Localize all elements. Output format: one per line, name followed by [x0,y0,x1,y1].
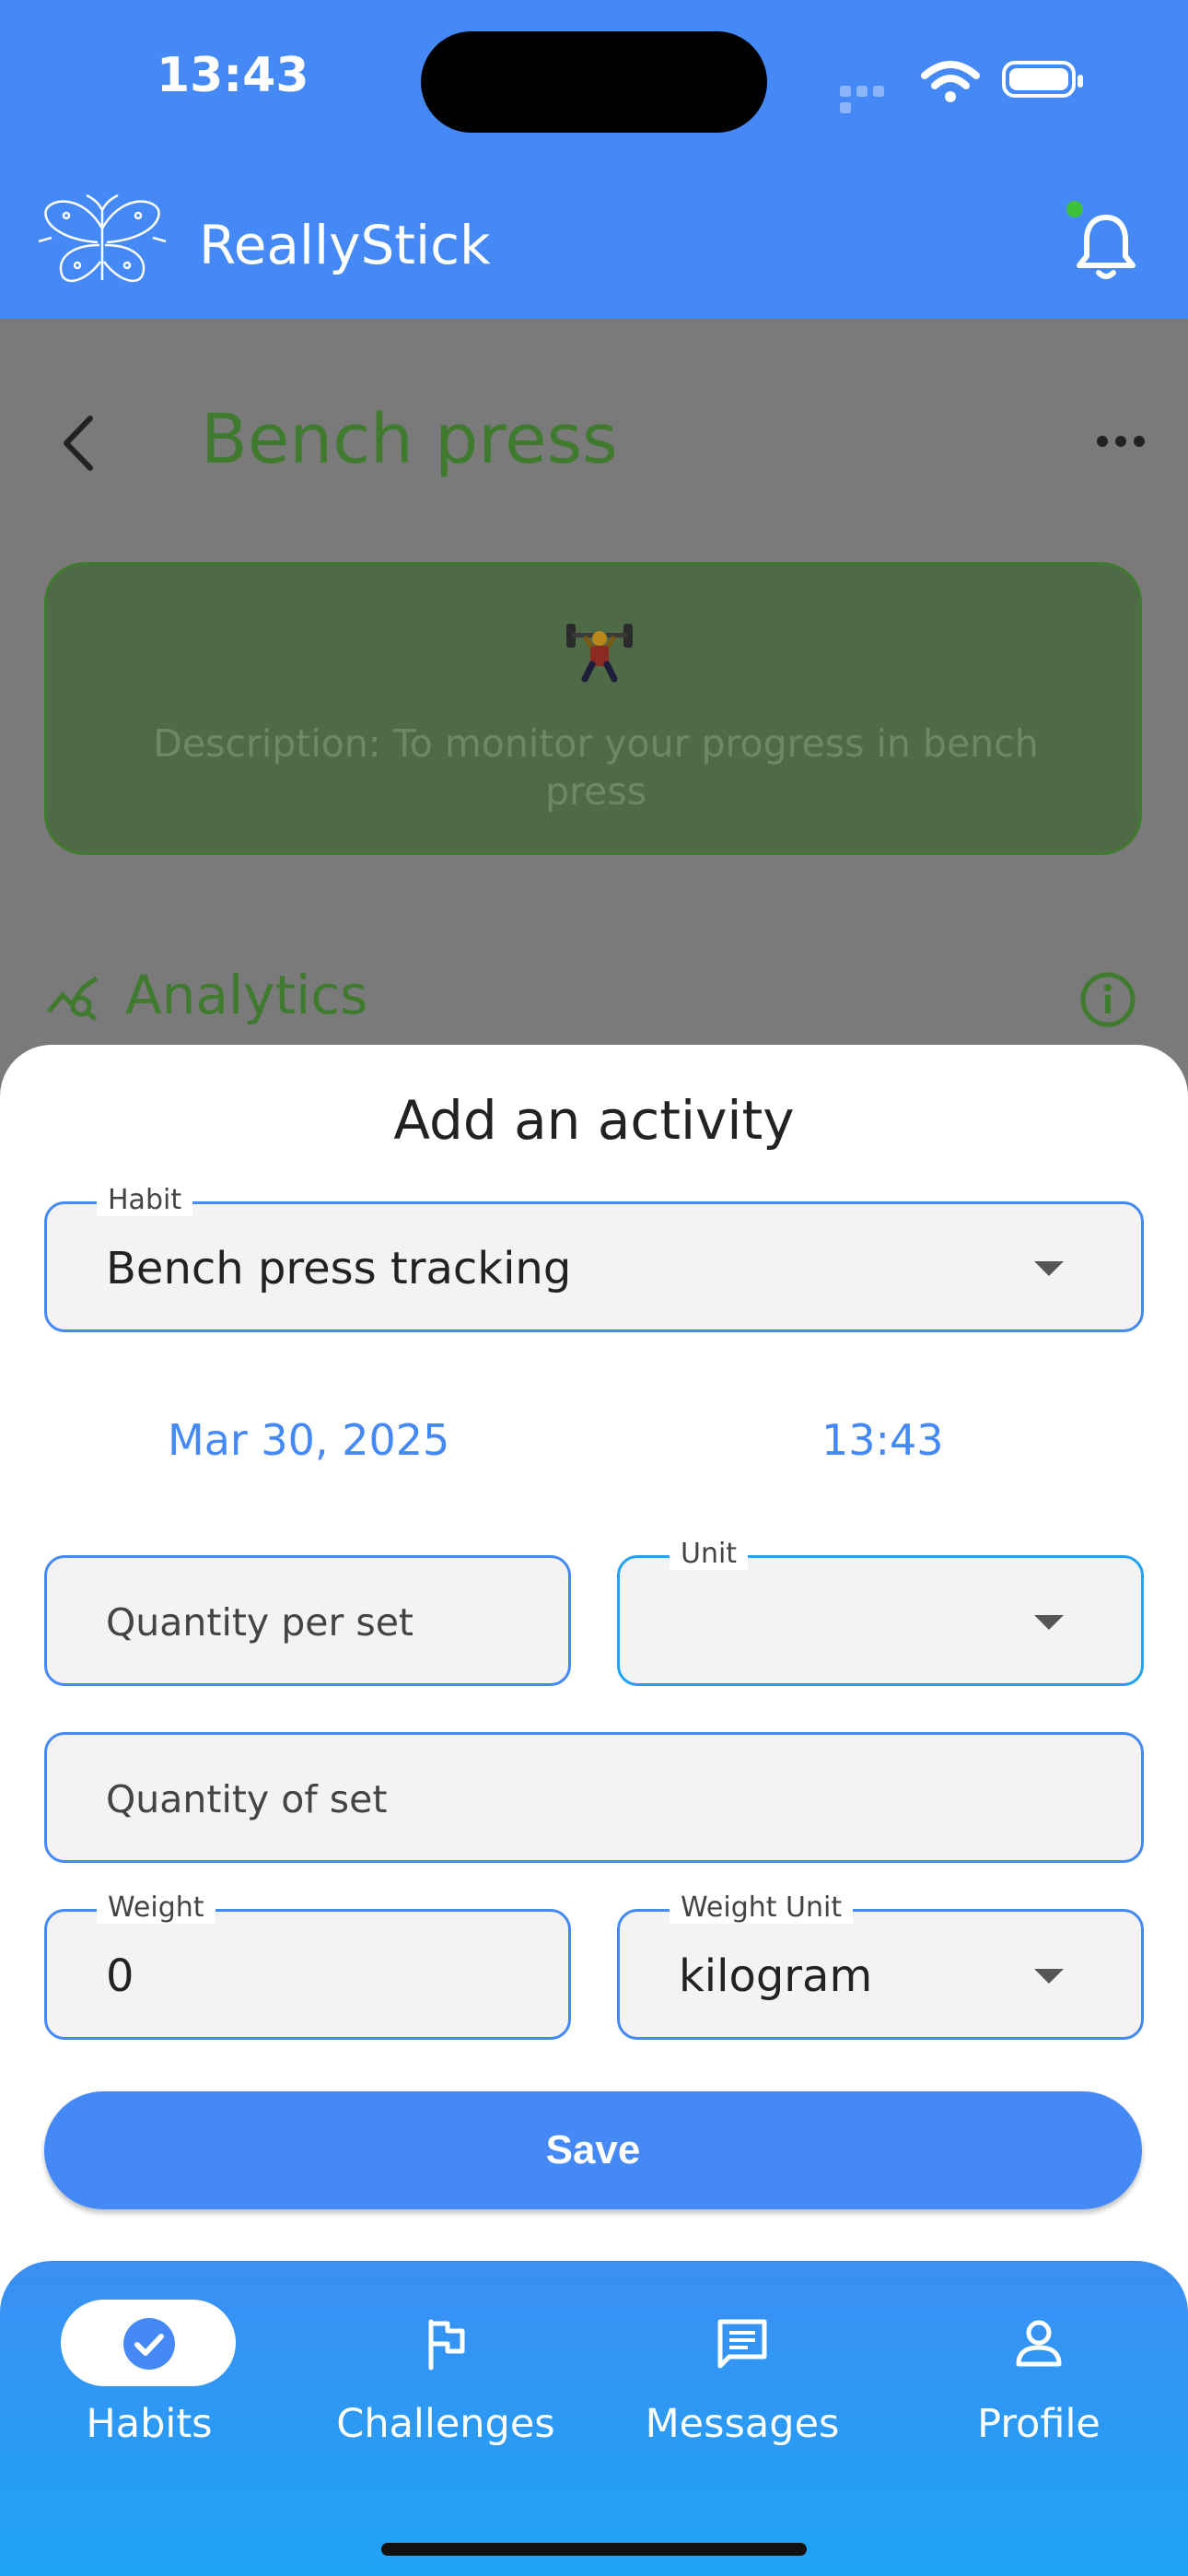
habit-label: Habit [97,1184,193,1216]
bottom-navigation: Habits Challenges Messages Profile [0,2261,1188,2576]
nav-label-profile: Profile [977,2401,1101,2447]
status-time: 13:43 [157,48,309,103]
more-options-icon[interactable] [1096,435,1146,448]
nav-item-messages[interactable]: Messages [623,2300,862,2465]
back-arrow-icon[interactable] [55,411,101,475]
nav-item-challenges[interactable]: Challenges [326,2300,565,2465]
nav-item-habits[interactable]: Habits [29,2300,269,2465]
dynamic-island [421,31,767,133]
app-bar: ReallyStick [0,166,1188,319]
battery-icon [1002,61,1083,98]
save-button[interactable]: Save [44,2091,1142,2209]
date-picker-button[interactable]: Mar 30, 2025 [168,1415,449,1465]
habit-dropdown[interactable]: Habit Bench press tracking [44,1184,1144,1332]
info-icon[interactable] [1079,971,1136,1028]
weightlifter-icon [566,624,633,683]
nav-label-habits: Habits [86,2401,213,2447]
weight-unit-label: Weight Unit [670,1891,854,1924]
weight-unit-dropdown[interactable]: Weight Unit kilogram [617,1891,1144,2040]
home-indicator [381,2543,807,2556]
nav-item-profile[interactable]: Profile [919,2300,1159,2465]
weight-input[interactable]: Weight 0 [44,1891,571,2040]
quantity-per-set-placeholder: Quantity per set [106,1600,414,1645]
app-title: ReallyStick [199,214,491,276]
analytics-icon [47,976,99,1021]
page-title: Bench press [201,400,618,479]
chevron-down-icon [1034,1969,1064,1984]
habit-description: Description: To monitor your progress in… [153,721,1039,814]
habit-description-card: Description: To monitor your progress in… [44,562,1142,855]
weight-value: 0 [106,1950,134,2002]
butterfly-logo-icon [38,193,167,283]
flag-icon [428,2319,465,2371]
person-icon [1016,2320,1062,2367]
quantity-of-set-input[interactable]: Quantity of set [44,1732,1144,1863]
check-circle-icon [123,2318,175,2370]
chevron-down-icon [1034,1615,1064,1630]
chevron-down-icon [1034,1261,1064,1276]
analytics-label: Analytics [125,964,368,1026]
habit-value: Bench press tracking [106,1243,572,1294]
unit-label: Unit [670,1538,749,1570]
quantity-per-set-input[interactable]: Quantity per set [44,1555,571,1686]
message-icon [717,2319,767,2369]
quantity-of-set-placeholder: Quantity of set [106,1777,388,1821]
cellular-signal-icon [840,85,904,113]
weight-unit-value: kilogram [679,1950,873,2002]
status-bar: 13:43 [0,0,1188,166]
nav-label-messages: Messages [645,2401,840,2447]
sheet-title: Add an activity [393,1089,795,1152]
habit-detail-page: Bench press Description: To monitor your… [0,319,1188,1047]
time-picker-button[interactable]: 13:43 [821,1415,944,1465]
weight-label: Weight [97,1891,215,1924]
nav-label-challenges: Challenges [336,2401,555,2447]
unit-dropdown[interactable]: Unit [617,1538,1144,1686]
bell-icon[interactable] [1074,208,1138,282]
wifi-icon [921,61,980,102]
